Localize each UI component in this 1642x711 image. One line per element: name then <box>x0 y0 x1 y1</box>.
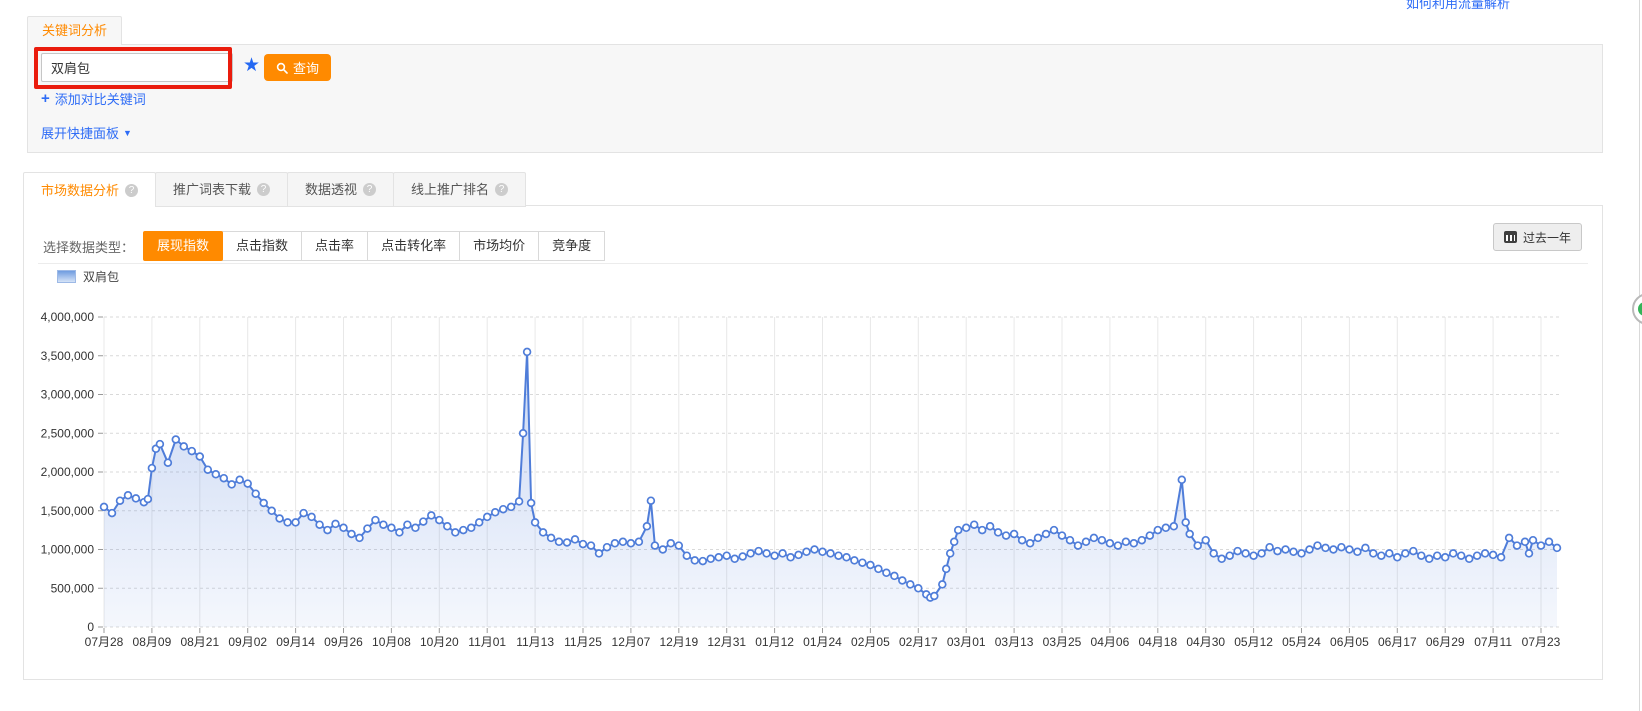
svg-text:1,000,000: 1,000,000 <box>41 543 95 557</box>
plus-icon: + <box>41 92 50 106</box>
help-link[interactable]: 如何利用流量解析 <box>1406 0 1510 12</box>
svg-text:03月25: 03月25 <box>1043 635 1082 649</box>
tab-label: 数据透视 <box>305 173 357 206</box>
svg-text:09月02: 09月02 <box>228 635 267 649</box>
search-icon <box>276 62 288 74</box>
svg-text:02月17: 02月17 <box>899 635 938 649</box>
chart-panel: 选择数据类型： 展现指数 点击指数 点击率 点击转化率 市场均价 竞争度 过去一… <box>23 205 1603 680</box>
tab-label: 线上推广排名 <box>411 173 489 206</box>
svg-text:09月14: 09月14 <box>276 635 315 649</box>
star-icon[interactable]: ★ <box>243 53 260 79</box>
svg-text:05月24: 05月24 <box>1282 635 1321 649</box>
svg-text:06月17: 06月17 <box>1378 635 1417 649</box>
svg-text:08月21: 08月21 <box>180 635 219 649</box>
svg-text:3,500,000: 3,500,000 <box>41 349 95 363</box>
svg-text:3,000,000: 3,000,000 <box>41 388 95 402</box>
svg-text:04月06: 04月06 <box>1091 635 1130 649</box>
help-circle-icon[interactable]: ? <box>257 183 270 196</box>
tab-keyword-analysis[interactable]: 关键词分析 <box>27 16 122 45</box>
tab-market-data-analysis[interactable]: 市场数据分析 ? <box>23 172 156 207</box>
query-button[interactable]: 查询 <box>264 54 331 81</box>
help-circle-icon[interactable]: ? <box>363 183 376 196</box>
svg-text:02月05: 02月05 <box>851 635 890 649</box>
svg-text:04月30: 04月30 <box>1186 635 1225 649</box>
expand-panel-label: 展开快捷面板 <box>41 123 119 142</box>
svg-text:0: 0 <box>87 620 94 634</box>
svg-text:4,000,000: 4,000,000 <box>41 310 95 324</box>
svg-text:11月13: 11月13 <box>516 635 554 649</box>
analysis-tab-bar: 市场数据分析 ? 推广词表下载 ? 数据透视 ? 线上推广排名 ? <box>23 172 526 207</box>
svg-text:12月31: 12月31 <box>707 635 746 649</box>
svg-text:08月09: 08月09 <box>133 635 172 649</box>
add-compare-keyword-link[interactable]: + 添加对比关键词 <box>41 89 146 108</box>
tab-promo-wordlist-download[interactable]: 推广词表下载 ? <box>155 172 288 207</box>
svg-text:12月07: 12月07 <box>612 635 651 649</box>
svg-text:10月20: 10月20 <box>420 635 459 649</box>
query-button-label: 查询 <box>293 58 319 77</box>
market-chart[interactable]: 07月28 08月09 08月21 09月02 09月14 09月26 10月08 10月20… <box>24 206 1602 679</box>
help-circle-icon[interactable]: ? <box>125 184 138 197</box>
chevron-down-icon: ▼ <box>123 128 132 138</box>
scrollbar[interactable] <box>1639 0 1640 711</box>
svg-text:12月19: 12月19 <box>659 635 698 649</box>
svg-text:1,500,000: 1,500,000 <box>41 504 95 518</box>
svg-text:11月01: 11月01 <box>468 635 506 649</box>
svg-text:06月05: 06月05 <box>1330 635 1369 649</box>
keyword-panel: ★ 查询 + 添加对比关键词 展开快捷面板 ▼ <box>27 44 1603 153</box>
floating-widget[interactable] <box>1632 293 1642 325</box>
svg-text:07月11: 07月11 <box>1474 635 1512 649</box>
keyword-input[interactable] <box>41 53 233 82</box>
tab-label: 市场数据分析 <box>41 174 119 207</box>
svg-text:07月23: 07月23 <box>1522 635 1561 649</box>
expand-quick-panel-link[interactable]: 展开快捷面板 ▼ <box>41 123 132 142</box>
svg-text:2,000,000: 2,000,000 <box>41 465 95 479</box>
svg-text:05月12: 05月12 <box>1234 635 1273 649</box>
svg-text:07月28: 07月28 <box>85 635 124 649</box>
svg-text:03月01: 03月01 <box>947 635 986 649</box>
floating-widget-icon <box>1638 302 1642 316</box>
tab-online-promo-ranking[interactable]: 线上推广排名 ? <box>393 172 526 207</box>
svg-text:2,500,000: 2,500,000 <box>41 426 95 440</box>
svg-text:11月25: 11月25 <box>564 635 602 649</box>
svg-text:04月18: 04月18 <box>1138 635 1177 649</box>
svg-text:06月29: 06月29 <box>1426 635 1465 649</box>
add-compare-label: 添加对比关键词 <box>55 89 146 108</box>
svg-text:09月26: 09月26 <box>324 635 363 649</box>
svg-text:500,000: 500,000 <box>51 581 95 595</box>
svg-text:03月13: 03月13 <box>995 635 1034 649</box>
tab-data-perspective[interactable]: 数据透视 ? <box>287 172 394 207</box>
svg-text:01月12: 01月12 <box>755 635 794 649</box>
help-circle-icon[interactable]: ? <box>495 183 508 196</box>
svg-text:10月08: 10月08 <box>372 635 411 649</box>
tab-label: 推广词表下载 <box>173 173 251 206</box>
chip-impression-index[interactable]: 展现指数 <box>143 231 223 261</box>
svg-text:01月24: 01月24 <box>803 635 842 649</box>
